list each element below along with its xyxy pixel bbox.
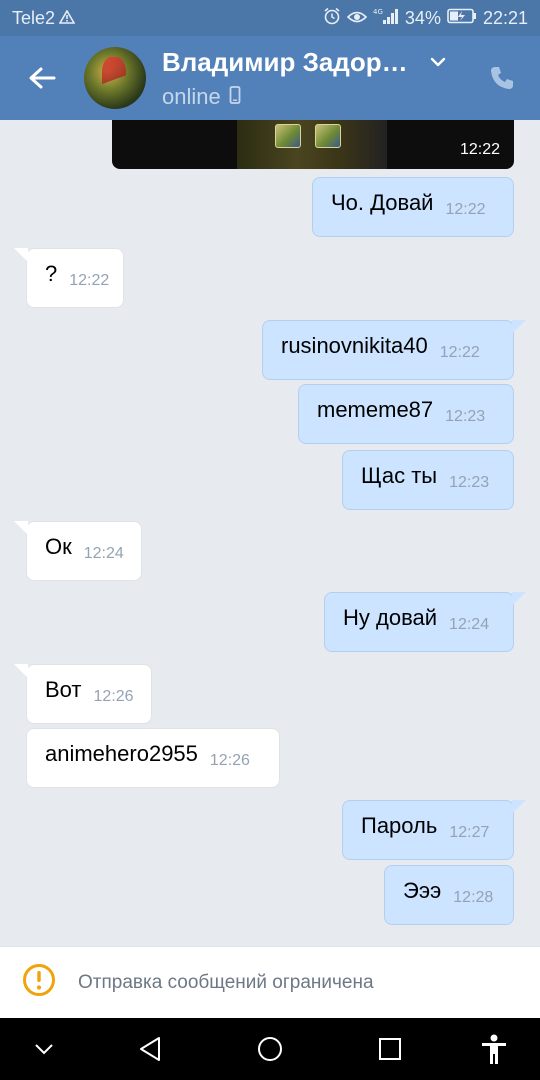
nav-recents-button[interactable] bbox=[360, 1018, 420, 1080]
battery-icon bbox=[447, 8, 477, 29]
message-time: 12:28 bbox=[453, 889, 494, 906]
status-bar: Tele2 4G 34% 22:21 bbox=[0, 0, 540, 36]
mobile-device-icon bbox=[229, 84, 241, 110]
message-text: animehero2955 bbox=[45, 741, 198, 766]
message-time: 12:22 bbox=[439, 344, 480, 361]
message-time: 12:22 bbox=[445, 201, 486, 218]
warning-triangle-icon bbox=[58, 8, 76, 29]
message-text: mememe87 bbox=[317, 397, 434, 422]
clock: 22:21 bbox=[482, 7, 528, 28]
message-bubble-incoming[interactable]: Ок 12:24 bbox=[14, 521, 142, 581]
eye-icon bbox=[346, 8, 368, 29]
presence-status: online bbox=[162, 83, 221, 109]
message-text: ? bbox=[45, 261, 58, 286]
nav-home-button[interactable] bbox=[240, 1018, 300, 1080]
message-text: rusinovnikita40 bbox=[281, 333, 428, 358]
back-triangle-icon bbox=[140, 1037, 160, 1061]
battery-percent: 34% bbox=[404, 7, 441, 28]
back-arrow-icon bbox=[29, 67, 56, 89]
message-bubble-outgoing[interactable]: Эээ 12:28 bbox=[384, 865, 514, 925]
message-bubble-outgoing[interactable]: Ну довай 12:24 bbox=[324, 592, 526, 652]
back-button[interactable] bbox=[0, 36, 84, 120]
message-list[interactable]: 12:22 Чо. Довай 12:22 ? 12:22 rusinovnik… bbox=[0, 120, 540, 946]
chevron-down-icon bbox=[35, 1044, 53, 1055]
contact-name: Владимир Задоро… bbox=[162, 46, 420, 77]
message-text: Щас ты bbox=[361, 463, 438, 488]
message-bubble-outgoing[interactable]: rusinovnikita40 12:22 bbox=[262, 320, 526, 380]
message-time: 12:26 bbox=[209, 752, 250, 769]
svg-text:4G: 4G bbox=[373, 8, 383, 16]
message-time: 12:26 bbox=[93, 688, 134, 705]
message-bubble-incoming[interactable]: ? 12:22 bbox=[14, 248, 124, 308]
media-message[interactable]: 12:22 bbox=[112, 120, 514, 169]
message-bubble-outgoing[interactable]: Чо. Довай 12:22 bbox=[312, 177, 514, 237]
message-text: Эээ bbox=[403, 878, 442, 903]
message-time: 12:22 bbox=[459, 141, 500, 158]
alarm-icon bbox=[323, 7, 341, 30]
message-time: 12:22 bbox=[69, 272, 110, 289]
message-bubble-outgoing[interactable]: Щас ты 12:23 bbox=[342, 450, 514, 510]
message-text: Ну довай bbox=[343, 605, 438, 630]
message-text: Вот bbox=[45, 677, 82, 702]
warning-circle-icon bbox=[22, 963, 56, 1002]
message-time: 12:24 bbox=[83, 545, 124, 562]
messaging-restricted-bar: Отправка сообщений ограничена bbox=[0, 946, 540, 1018]
phone-icon bbox=[491, 67, 513, 89]
message-text: Ок bbox=[45, 534, 72, 559]
message-time: 12:24 bbox=[449, 616, 490, 633]
message-text: Пароль bbox=[361, 813, 438, 838]
message-time: 12:23 bbox=[445, 408, 486, 425]
accessibility-icon bbox=[482, 1034, 506, 1064]
message-bubble-outgoing[interactable]: mememe87 12:23 bbox=[298, 384, 514, 444]
message-time: 12:27 bbox=[449, 824, 490, 841]
avatar[interactable] bbox=[84, 47, 146, 109]
home-circle-icon bbox=[258, 1037, 282, 1061]
chevron-down-icon bbox=[430, 57, 446, 67]
carrier-label: Tele2 bbox=[12, 7, 56, 28]
message-text: Чо. Довай bbox=[331, 190, 434, 215]
message-bubble-incoming[interactable]: Вот 12:26 bbox=[14, 664, 152, 724]
message-time: 12:23 bbox=[449, 474, 490, 491]
accessibility-button[interactable] bbox=[464, 1018, 524, 1080]
message-bubble-incoming[interactable]: animehero2955 12:26 bbox=[26, 728, 280, 788]
recents-square-icon bbox=[379, 1038, 401, 1060]
hide-nav-button[interactable] bbox=[14, 1018, 74, 1080]
nav-back-button[interactable] bbox=[120, 1018, 180, 1080]
signal-icon: 4G bbox=[373, 7, 399, 30]
chat-header: Владимир Задоро… online bbox=[0, 36, 540, 120]
restriction-text: Отправка сообщений ограничена bbox=[78, 971, 374, 993]
message-bubble-outgoing[interactable]: Пароль 12:27 bbox=[342, 800, 526, 860]
contact-title[interactable]: Владимир Задоро… online bbox=[162, 47, 472, 110]
system-nav-bar bbox=[0, 1018, 540, 1080]
media-thumbnail bbox=[237, 120, 387, 169]
call-button[interactable] bbox=[472, 36, 532, 120]
